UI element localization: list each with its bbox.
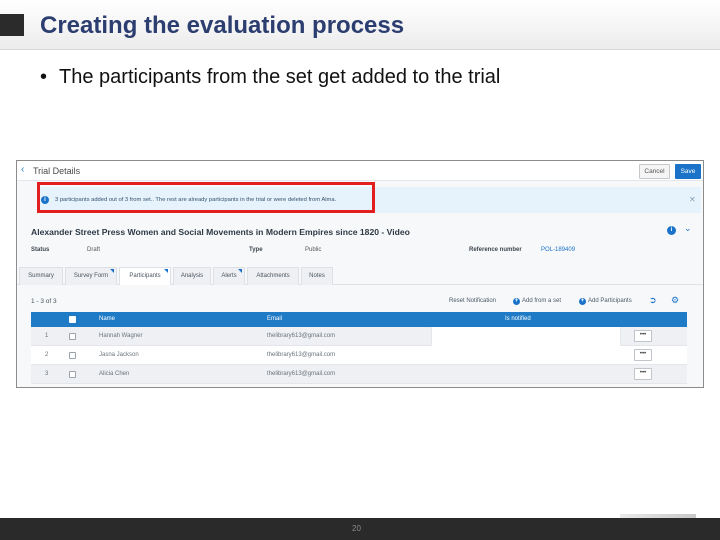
slide-title-bar: Creating the evaluation process — [0, 0, 720, 50]
tab-alerts[interactable]: Alerts — [213, 267, 245, 285]
notified-cell — [431, 327, 621, 346]
add-participants-label: Add Participants — [588, 298, 632, 304]
bullet-point: • The participants from the set get added… — [40, 66, 500, 89]
slide-footer: 20 — [0, 518, 720, 540]
slide-title: Creating the evaluation process — [40, 12, 405, 39]
reference-value-field: POL-189409 — [541, 247, 575, 253]
row-checkbox[interactable] — [69, 352, 76, 359]
tab-bar: Summary Survey Form Participants Analysi… — [17, 263, 703, 285]
tab-participants[interactable]: Participants — [119, 267, 171, 285]
export-icon[interactable]: ➲ — [649, 295, 657, 306]
add-participants-button[interactable]: + Add Participants — [579, 298, 632, 305]
gear-icon[interactable]: ⚙ — [671, 295, 679, 306]
status-label: Status — [31, 247, 50, 253]
reference-value[interactable]: POL-189409 — [541, 247, 575, 253]
reset-notification-link[interactable]: Reset Notification — [449, 298, 496, 304]
type-value-field: Public — [305, 247, 321, 253]
close-icon[interactable]: ✕ — [689, 195, 696, 204]
info-icon[interactable]: i — [667, 226, 676, 235]
participant-email: thelibrary613@gmail.com — [267, 371, 336, 377]
tab-corner-marker — [164, 269, 168, 273]
chevron-down-icon[interactable]: ⌄ — [684, 223, 692, 234]
reference-label: Reference number — [469, 247, 522, 253]
page-heading: Trial Details — [33, 166, 81, 176]
row-actions-button[interactable]: ••• — [634, 368, 652, 380]
participant-email: thelibrary613@gmail.com — [267, 352, 336, 358]
tab-label: Summary — [28, 273, 54, 279]
participant-name: Alicia Chen — [99, 371, 130, 377]
row-number: 3 — [45, 371, 49, 377]
page-number: 20 — [352, 524, 361, 533]
header-name[interactable]: Name — [99, 316, 115, 322]
select-all-checkbox[interactable] — [69, 316, 76, 323]
header-notified[interactable]: Is notified — [505, 316, 531, 322]
participants-table: Name Email Is notified 1 Hannah Wagner t… — [31, 312, 687, 384]
tab-label: Notes — [309, 273, 325, 279]
bullet-text: The participants from the set get added … — [59, 66, 501, 88]
participant-name: Hannah Wagner — [99, 333, 143, 339]
tab-analysis[interactable]: Analysis — [173, 267, 211, 285]
row-actions-button[interactable]: ••• — [634, 349, 652, 361]
add-from-set-label: Add from a set — [522, 298, 562, 304]
table-row[interactable]: 1 Hannah Wagner thelibrary613@gmail.com … — [31, 327, 687, 346]
participant-name: Jasna Jackson — [99, 352, 139, 358]
tab-corner-marker — [238, 269, 242, 273]
header-email[interactable]: Email — [267, 316, 282, 322]
row-number: 2 — [45, 352, 49, 358]
type-field: Type — [249, 247, 263, 253]
tab-attachments[interactable]: Attachments — [247, 267, 299, 285]
app-screenshot: ‹ Trial Details Cancel Save i 3 particip… — [16, 160, 704, 388]
tab-label: Participants — [129, 273, 161, 279]
status-field: Status — [31, 247, 49, 253]
record-title: Alexander Street Press Women and Social … — [31, 227, 410, 237]
add-from-set-button[interactable]: + Add from a set — [513, 298, 561, 305]
tab-label: Analysis — [180, 273, 204, 279]
plus-circle-icon: + — [579, 298, 586, 305]
row-checkbox[interactable] — [69, 333, 76, 340]
tab-notes[interactable]: Notes — [301, 267, 333, 285]
bullet-dot: • — [40, 66, 48, 88]
chevron-left-icon[interactable]: ‹ — [21, 165, 24, 175]
save-button[interactable]: Save — [675, 164, 701, 179]
participant-email: thelibrary613@gmail.com — [267, 333, 336, 339]
table-row[interactable]: 2 Jasna Jackson thelibrary613@gmail.com … — [31, 346, 687, 365]
red-highlight-box — [37, 182, 375, 213]
tab-corner-marker — [110, 269, 114, 273]
title-marker — [0, 14, 24, 36]
plus-circle-icon: + — [513, 298, 520, 305]
table-header: Name Email Is notified — [31, 312, 687, 327]
type-value: Public — [305, 247, 322, 253]
status-value-field: Draft — [87, 247, 100, 253]
tab-label: Alerts — [221, 273, 237, 279]
app-topbar: ‹ Trial Details Cancel Save — [17, 161, 703, 181]
tab-survey-form[interactable]: Survey Form — [65, 267, 117, 285]
row-checkbox[interactable] — [69, 371, 76, 378]
table-row[interactable]: 3 Alicia Chen thelibrary613@gmail.com ••… — [31, 365, 687, 384]
reference-field: Reference number — [469, 247, 522, 253]
tab-label: Attachments — [256, 273, 290, 279]
status-value: Draft — [87, 247, 101, 253]
row-number: 1 — [45, 333, 49, 339]
tab-label: Survey Form — [73, 273, 109, 279]
type-label: Type — [249, 247, 263, 253]
row-actions-button[interactable]: ••• — [634, 330, 652, 342]
cancel-button[interactable]: Cancel — [639, 164, 670, 179]
record-count: 1 - 3 of 3 — [31, 298, 57, 305]
tab-summary[interactable]: Summary — [19, 267, 63, 285]
